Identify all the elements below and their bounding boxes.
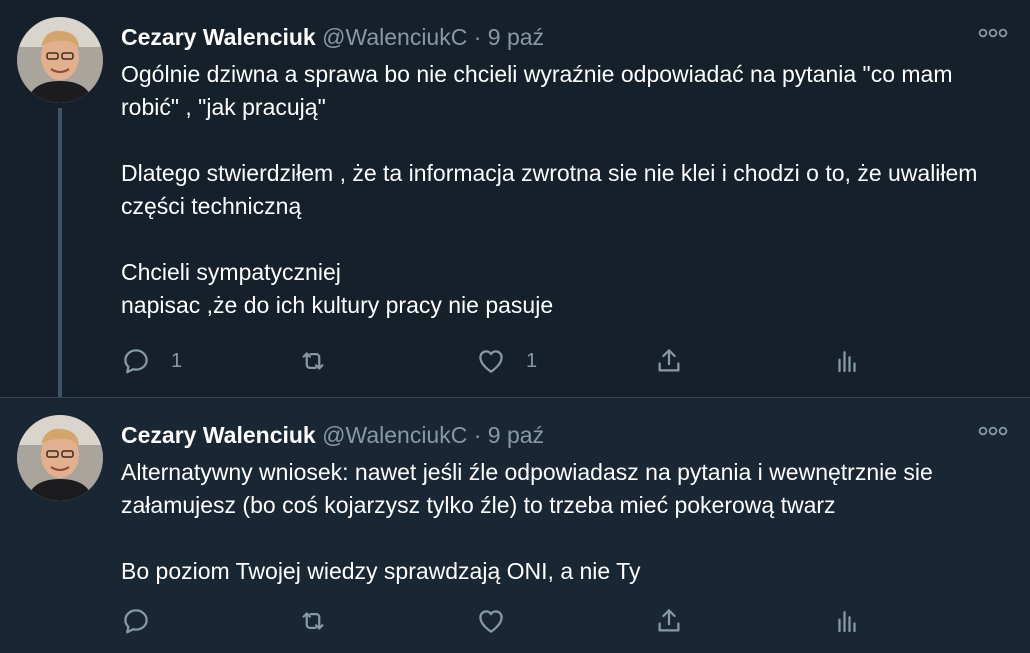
share-icon xyxy=(658,609,680,632)
tweet[interactable]: Cezary Walenciuk @WalenciukC · 9 paź Alt… xyxy=(0,397,1030,653)
tweet[interactable]: Cezary Walenciuk @WalenciukC · 9 paź Ogó… xyxy=(0,0,1030,397)
analytics-button[interactable] xyxy=(832,343,862,379)
analytics-icon xyxy=(838,351,856,373)
tweet-paragraph: Ogólnie dziwna a sprawa bo nie chcieli w… xyxy=(121,61,953,120)
share-button[interactable] xyxy=(654,343,684,379)
thread-connector xyxy=(58,108,62,397)
reply-button[interactable]: 1 xyxy=(121,343,182,379)
like-button[interactable]: 1 xyxy=(476,343,537,379)
tweet-paragraph: Bo poziom Twojej wiedzy sprawdzają ONI, … xyxy=(121,558,641,584)
tweet-text: Ogólnie dziwna a sprawa bo nie chcieli w… xyxy=(121,58,1001,322)
tweet-header: Cezary Walenciuk @WalenciukC · 9 paź xyxy=(121,22,544,52)
analytics-icon xyxy=(838,611,856,633)
avatar[interactable] xyxy=(17,415,103,501)
retweet-icon xyxy=(302,352,324,370)
heart-icon xyxy=(479,610,503,633)
heart-icon xyxy=(479,350,503,373)
avatar-image xyxy=(17,17,103,103)
retweet-button[interactable] xyxy=(298,343,348,379)
timestamp[interactable]: 9 paź xyxy=(488,422,544,448)
more-icon[interactable] xyxy=(978,26,1008,40)
retweet-icon xyxy=(302,612,324,630)
tweet-actions xyxy=(121,603,881,639)
tweet-actions: 1 1 xyxy=(121,343,881,379)
reply-button[interactable] xyxy=(121,603,171,639)
author-name[interactable]: Cezary Walenciuk xyxy=(121,24,316,50)
reply-icon xyxy=(124,349,148,374)
more-icon[interactable] xyxy=(978,424,1008,438)
tweet-paragraph: Alternatywny wniosek: nawet jeśli źle od… xyxy=(121,459,933,518)
reply-count: 1 xyxy=(171,349,183,372)
timestamp[interactable]: 9 paź xyxy=(488,24,544,50)
tweet-paragraph: Chcieli sympatyczniej napisac ,że do ich… xyxy=(121,259,554,318)
retweet-button[interactable] xyxy=(298,603,348,639)
tweet-text: Alternatywny wniosek: nawet jeśli źle od… xyxy=(121,456,1001,588)
author-name[interactable]: Cezary Walenciuk xyxy=(121,422,316,448)
reply-icon xyxy=(124,609,148,634)
separator: · xyxy=(473,24,482,50)
share-icon xyxy=(658,349,680,372)
separator: · xyxy=(473,422,482,448)
like-count: 1 xyxy=(526,349,538,372)
author-handle[interactable]: @WalenciukC xyxy=(322,422,467,448)
avatar-image xyxy=(17,415,103,501)
tweet-header: Cezary Walenciuk @WalenciukC · 9 paź xyxy=(121,420,544,450)
like-button[interactable] xyxy=(476,603,526,639)
share-button[interactable] xyxy=(654,603,684,639)
tweet-paragraph: Dlatego stwierdziłem , że ta informacja … xyxy=(121,160,978,219)
avatar[interactable] xyxy=(17,17,103,103)
author-handle[interactable]: @WalenciukC xyxy=(322,24,467,50)
analytics-button[interactable] xyxy=(832,603,862,639)
